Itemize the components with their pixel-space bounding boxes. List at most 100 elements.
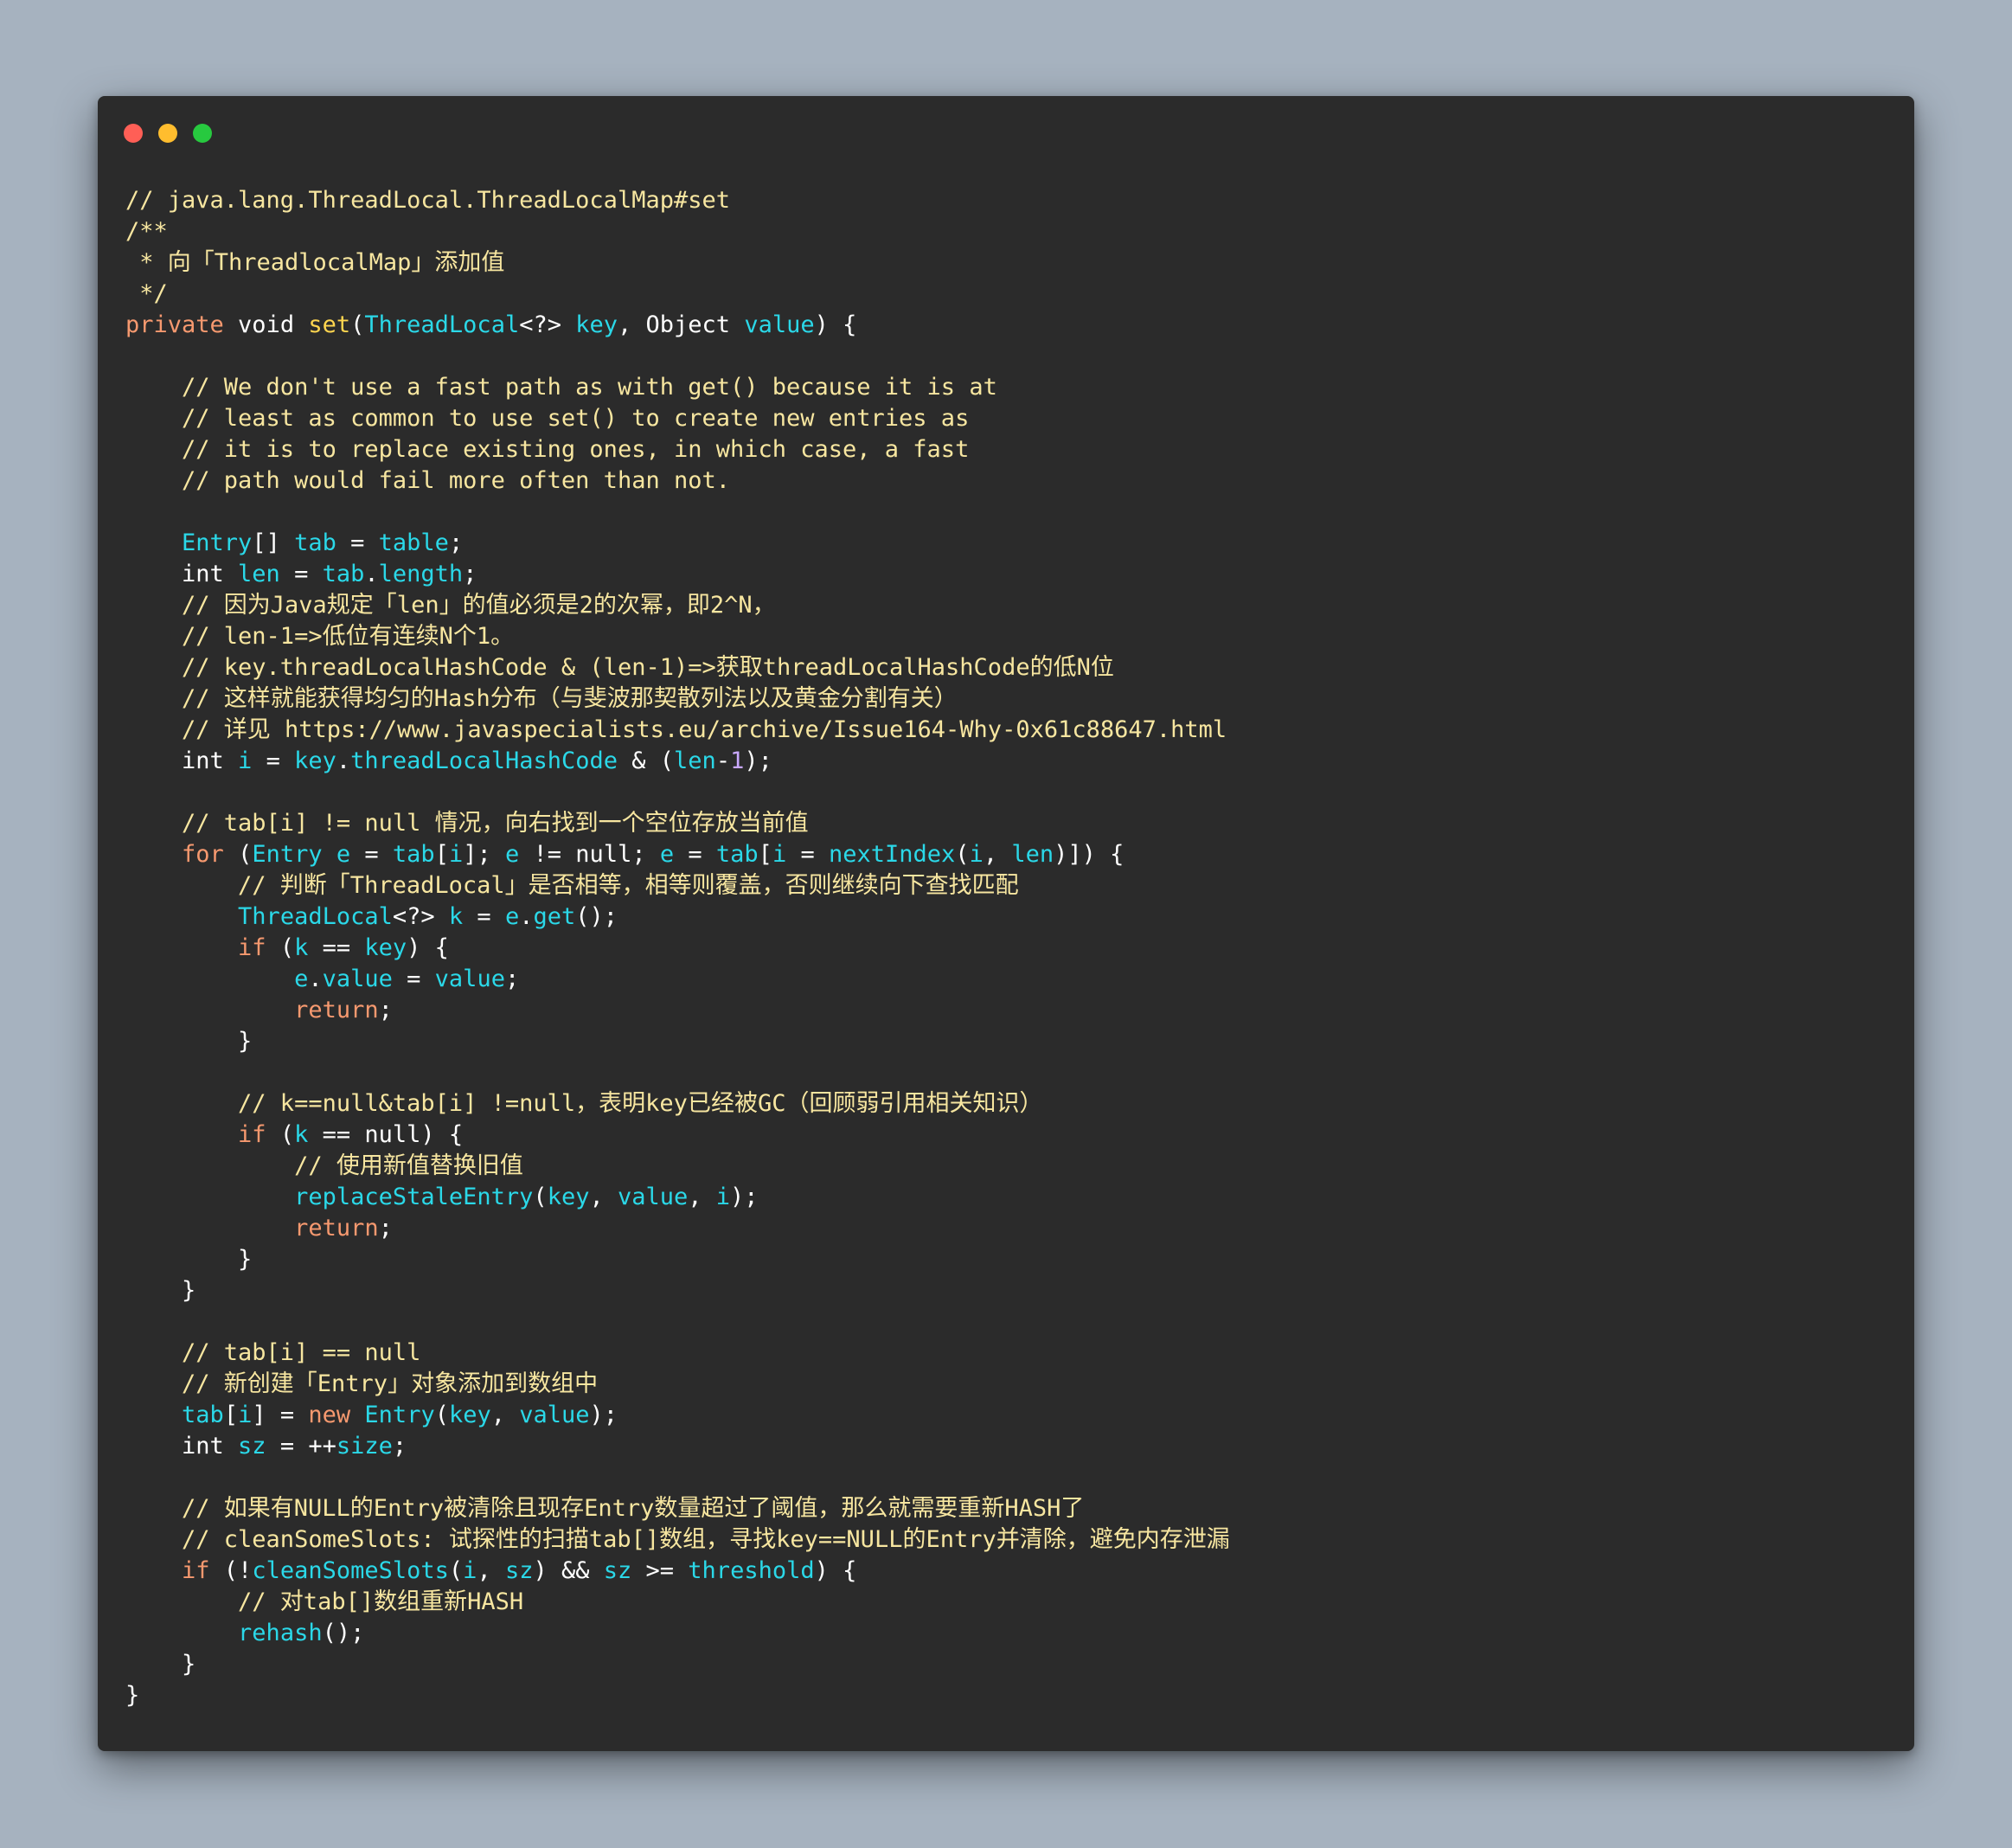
code-token: (: [223, 841, 253, 868]
code-token: // 因为Java规定「len」的值必须是2的次幂，即2^N，: [125, 592, 776, 619]
code-line: // 详见 https://www.javaspecialists.eu/arc…: [125, 715, 1897, 746]
code-token: // 详见 https://www.javaspecialists.eu/arc…: [125, 716, 1227, 743]
code-token: == null) {: [308, 1121, 464, 1148]
code-token: // least as common to use set() to creat…: [125, 405, 970, 432]
code-token: ,: [490, 1402, 520, 1428]
code-token: sz: [603, 1557, 632, 1584]
code-token: [: [434, 841, 449, 868]
code-token: ;: [378, 1215, 393, 1242]
code-token: ];: [463, 841, 506, 868]
code-token: []: [252, 529, 295, 556]
close-button[interactable]: [124, 124, 143, 143]
code-token: ;: [463, 561, 477, 587]
code-token: (!: [209, 1557, 253, 1584]
code-line: // 判断「ThreadLocal」是否相等，相等则覆盖，否则继续向下查找匹配: [125, 870, 1897, 902]
code-token: 1: [730, 748, 745, 774]
code-token: */: [125, 280, 168, 307]
code-token: Entry: [182, 529, 253, 556]
code-line: rehash();: [125, 1618, 1897, 1649]
code-token: if: [238, 1121, 266, 1148]
code-token: get: [533, 903, 576, 930]
code-token: .: [336, 748, 351, 774]
code-token: replaceStaleEntry: [294, 1184, 534, 1210]
code-block: // java.lang.ThreadLocal.ThreadLocalMap#…: [125, 185, 1897, 1711]
code-line: e.value = value;: [125, 964, 1897, 995]
code-token: ,: [688, 1184, 716, 1210]
code-line: replaceStaleEntry(key, value, i);: [125, 1182, 1897, 1213]
code-token: ,: [983, 841, 1012, 868]
code-line: return;: [125, 995, 1897, 1026]
code-line: // k==null&tab[i] !=null，表明key已经被GC（回顾弱引…: [125, 1088, 1897, 1120]
code-line: // tab[i] == null: [125, 1338, 1897, 1369]
code-token: // len-1=>低位有连续N个1。: [125, 623, 515, 650]
code-token: length: [378, 561, 464, 587]
code-line: // tab[i] != null 情况，向右找到一个空位存放当前值: [125, 808, 1897, 839]
code-token: int: [125, 748, 239, 774]
code-line: // len-1=>低位有连续N个1。: [125, 621, 1897, 652]
code-token: Entry: [364, 1402, 435, 1428]
code-token: if: [182, 1557, 210, 1584]
code-line: // path would fail more often than not.: [125, 465, 1897, 497]
code-token: ] =: [252, 1402, 309, 1428]
code-line: if (k == null) {: [125, 1120, 1897, 1151]
code-line: int sz = ++size;: [125, 1431, 1897, 1462]
code-token: i: [238, 748, 253, 774]
code-token: cleanSomeSlots: [252, 1557, 449, 1584]
code-line: }: [125, 1680, 1897, 1711]
code-token: ,: [477, 1557, 505, 1584]
code-line: }: [125, 1275, 1897, 1306]
code-window: // java.lang.ThreadLocal.ThreadLocalMap#…: [98, 96, 1914, 1751]
code-token: & (: [618, 748, 675, 774]
code-line: // least as common to use set() to creat…: [125, 403, 1897, 434]
code-token: value: [744, 311, 815, 338]
code-token: ;: [504, 966, 520, 992]
code-token: // 使用新值替换旧值: [125, 1152, 523, 1179]
code-token: threshold: [688, 1557, 815, 1584]
code-token: // cleanSomeSlots: 试探性的扫描tab[]数组，寻找key==…: [125, 1526, 1230, 1553]
code-token: =: [279, 561, 323, 587]
code-token: sz: [504, 1557, 534, 1584]
code-line: // it is to replace existing ones, in wh…: [125, 434, 1897, 465]
code-token: table: [378, 529, 449, 556]
code-line: }: [125, 1649, 1897, 1680]
code-token: e: [505, 841, 520, 868]
code-token: ThreadLocal: [364, 311, 520, 338]
code-token: void: [223, 311, 309, 338]
code-token: i: [238, 1402, 253, 1428]
code-token: ();: [575, 903, 618, 930]
code-token: key: [364, 934, 407, 961]
code-token: e: [659, 841, 675, 868]
code-token: len: [1011, 841, 1054, 868]
code-token: i: [772, 841, 787, 868]
code-line: if (k == key) {: [125, 933, 1897, 964]
code-token: tab: [392, 841, 435, 868]
code-token: /**: [125, 218, 168, 245]
code-token: // We don't use a fast path as with get(…: [125, 374, 997, 401]
code-token: -: [715, 748, 731, 774]
code-token: <?>: [519, 311, 576, 338]
code-token: =: [252, 748, 295, 774]
minimize-button[interactable]: [158, 124, 177, 143]
code-token: )]) {: [1054, 841, 1125, 868]
code-line: // 如果有NULL的Entry被清除且现存Entry数量超过了阈值，那么就需要…: [125, 1493, 1897, 1524]
code-token: ,: [589, 1184, 618, 1210]
code-token: (: [955, 841, 970, 868]
code-token: = ++: [266, 1433, 336, 1460]
code-line: /**: [125, 216, 1897, 247]
code-token: // key.threadLocalHashCode & (len-1)=>获取…: [125, 654, 1114, 681]
zoom-button[interactable]: [193, 124, 212, 143]
code-line: // java.lang.ThreadLocal.ThreadLocalMap#…: [125, 185, 1897, 216]
code-token: // 新创建「Entry」对象添加到数组中: [125, 1370, 599, 1397]
code-token: key: [547, 1184, 590, 1210]
code-token: .: [519, 903, 534, 930]
